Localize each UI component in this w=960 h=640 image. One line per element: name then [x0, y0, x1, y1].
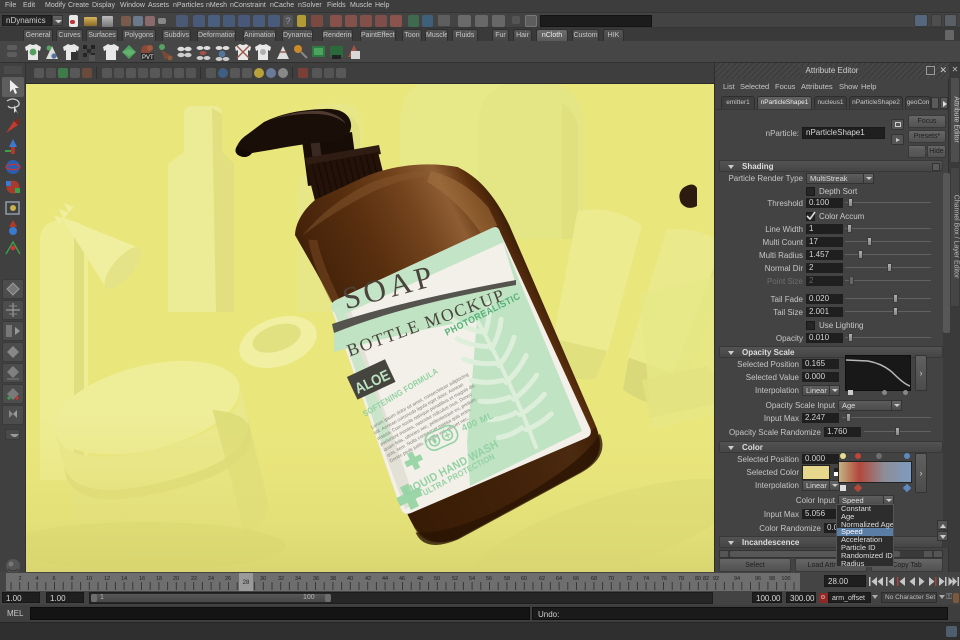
- svg-text:100: 100: [781, 576, 790, 582]
- svg-text:36: 36: [313, 576, 319, 582]
- svg-text:78: 78: [678, 576, 684, 582]
- svg-text:54: 54: [469, 576, 475, 582]
- svg-text:76: 76: [661, 576, 667, 582]
- svg-text:16: 16: [139, 576, 145, 582]
- svg-text:12: 12: [104, 576, 110, 582]
- svg-text:22: 22: [191, 576, 197, 582]
- svg-text:30: 30: [260, 576, 266, 582]
- svg-text:PVT: PVT: [142, 55, 154, 61]
- svg-text:26: 26: [225, 576, 231, 582]
- svg-text:8: 8: [70, 576, 73, 582]
- svg-text:46: 46: [399, 576, 405, 582]
- svg-text:34: 34: [295, 576, 301, 582]
- svg-text:68: 68: [591, 576, 597, 582]
- svg-text:38: 38: [330, 576, 336, 582]
- svg-text:44: 44: [382, 576, 388, 582]
- svg-text:48: 48: [417, 576, 423, 582]
- svg-text:6: 6: [52, 576, 55, 582]
- svg-text:58: 58: [504, 576, 510, 582]
- svg-text:18: 18: [156, 576, 162, 582]
- svg-text:2: 2: [18, 576, 21, 582]
- svg-text:4: 4: [35, 576, 38, 582]
- svg-text:10: 10: [86, 576, 92, 582]
- svg-text:82: 82: [703, 576, 709, 582]
- svg-text:56: 56: [486, 576, 492, 582]
- svg-text:64: 64: [556, 576, 562, 582]
- svg-text:60: 60: [521, 576, 527, 582]
- svg-text:74: 74: [643, 576, 649, 582]
- svg-text:94: 94: [734, 576, 740, 582]
- svg-text:92: 92: [713, 576, 719, 582]
- svg-text:50: 50: [434, 576, 440, 582]
- svg-text:14: 14: [121, 576, 127, 582]
- svg-text:42: 42: [365, 576, 371, 582]
- svg-text:98: 98: [769, 576, 775, 582]
- svg-text:24: 24: [208, 576, 214, 582]
- svg-text:40: 40: [347, 576, 353, 582]
- svg-text:62: 62: [539, 576, 545, 582]
- svg-text:96: 96: [755, 576, 761, 582]
- svg-text:80: 80: [695, 576, 701, 582]
- svg-text:66: 66: [573, 576, 579, 582]
- svg-text:20: 20: [173, 576, 179, 582]
- svg-text:72: 72: [626, 576, 632, 582]
- svg-text:28: 28: [243, 580, 250, 586]
- svg-text:70: 70: [608, 576, 614, 582]
- svg-text:32: 32: [278, 576, 284, 582]
- svg-text:52: 52: [452, 576, 458, 582]
